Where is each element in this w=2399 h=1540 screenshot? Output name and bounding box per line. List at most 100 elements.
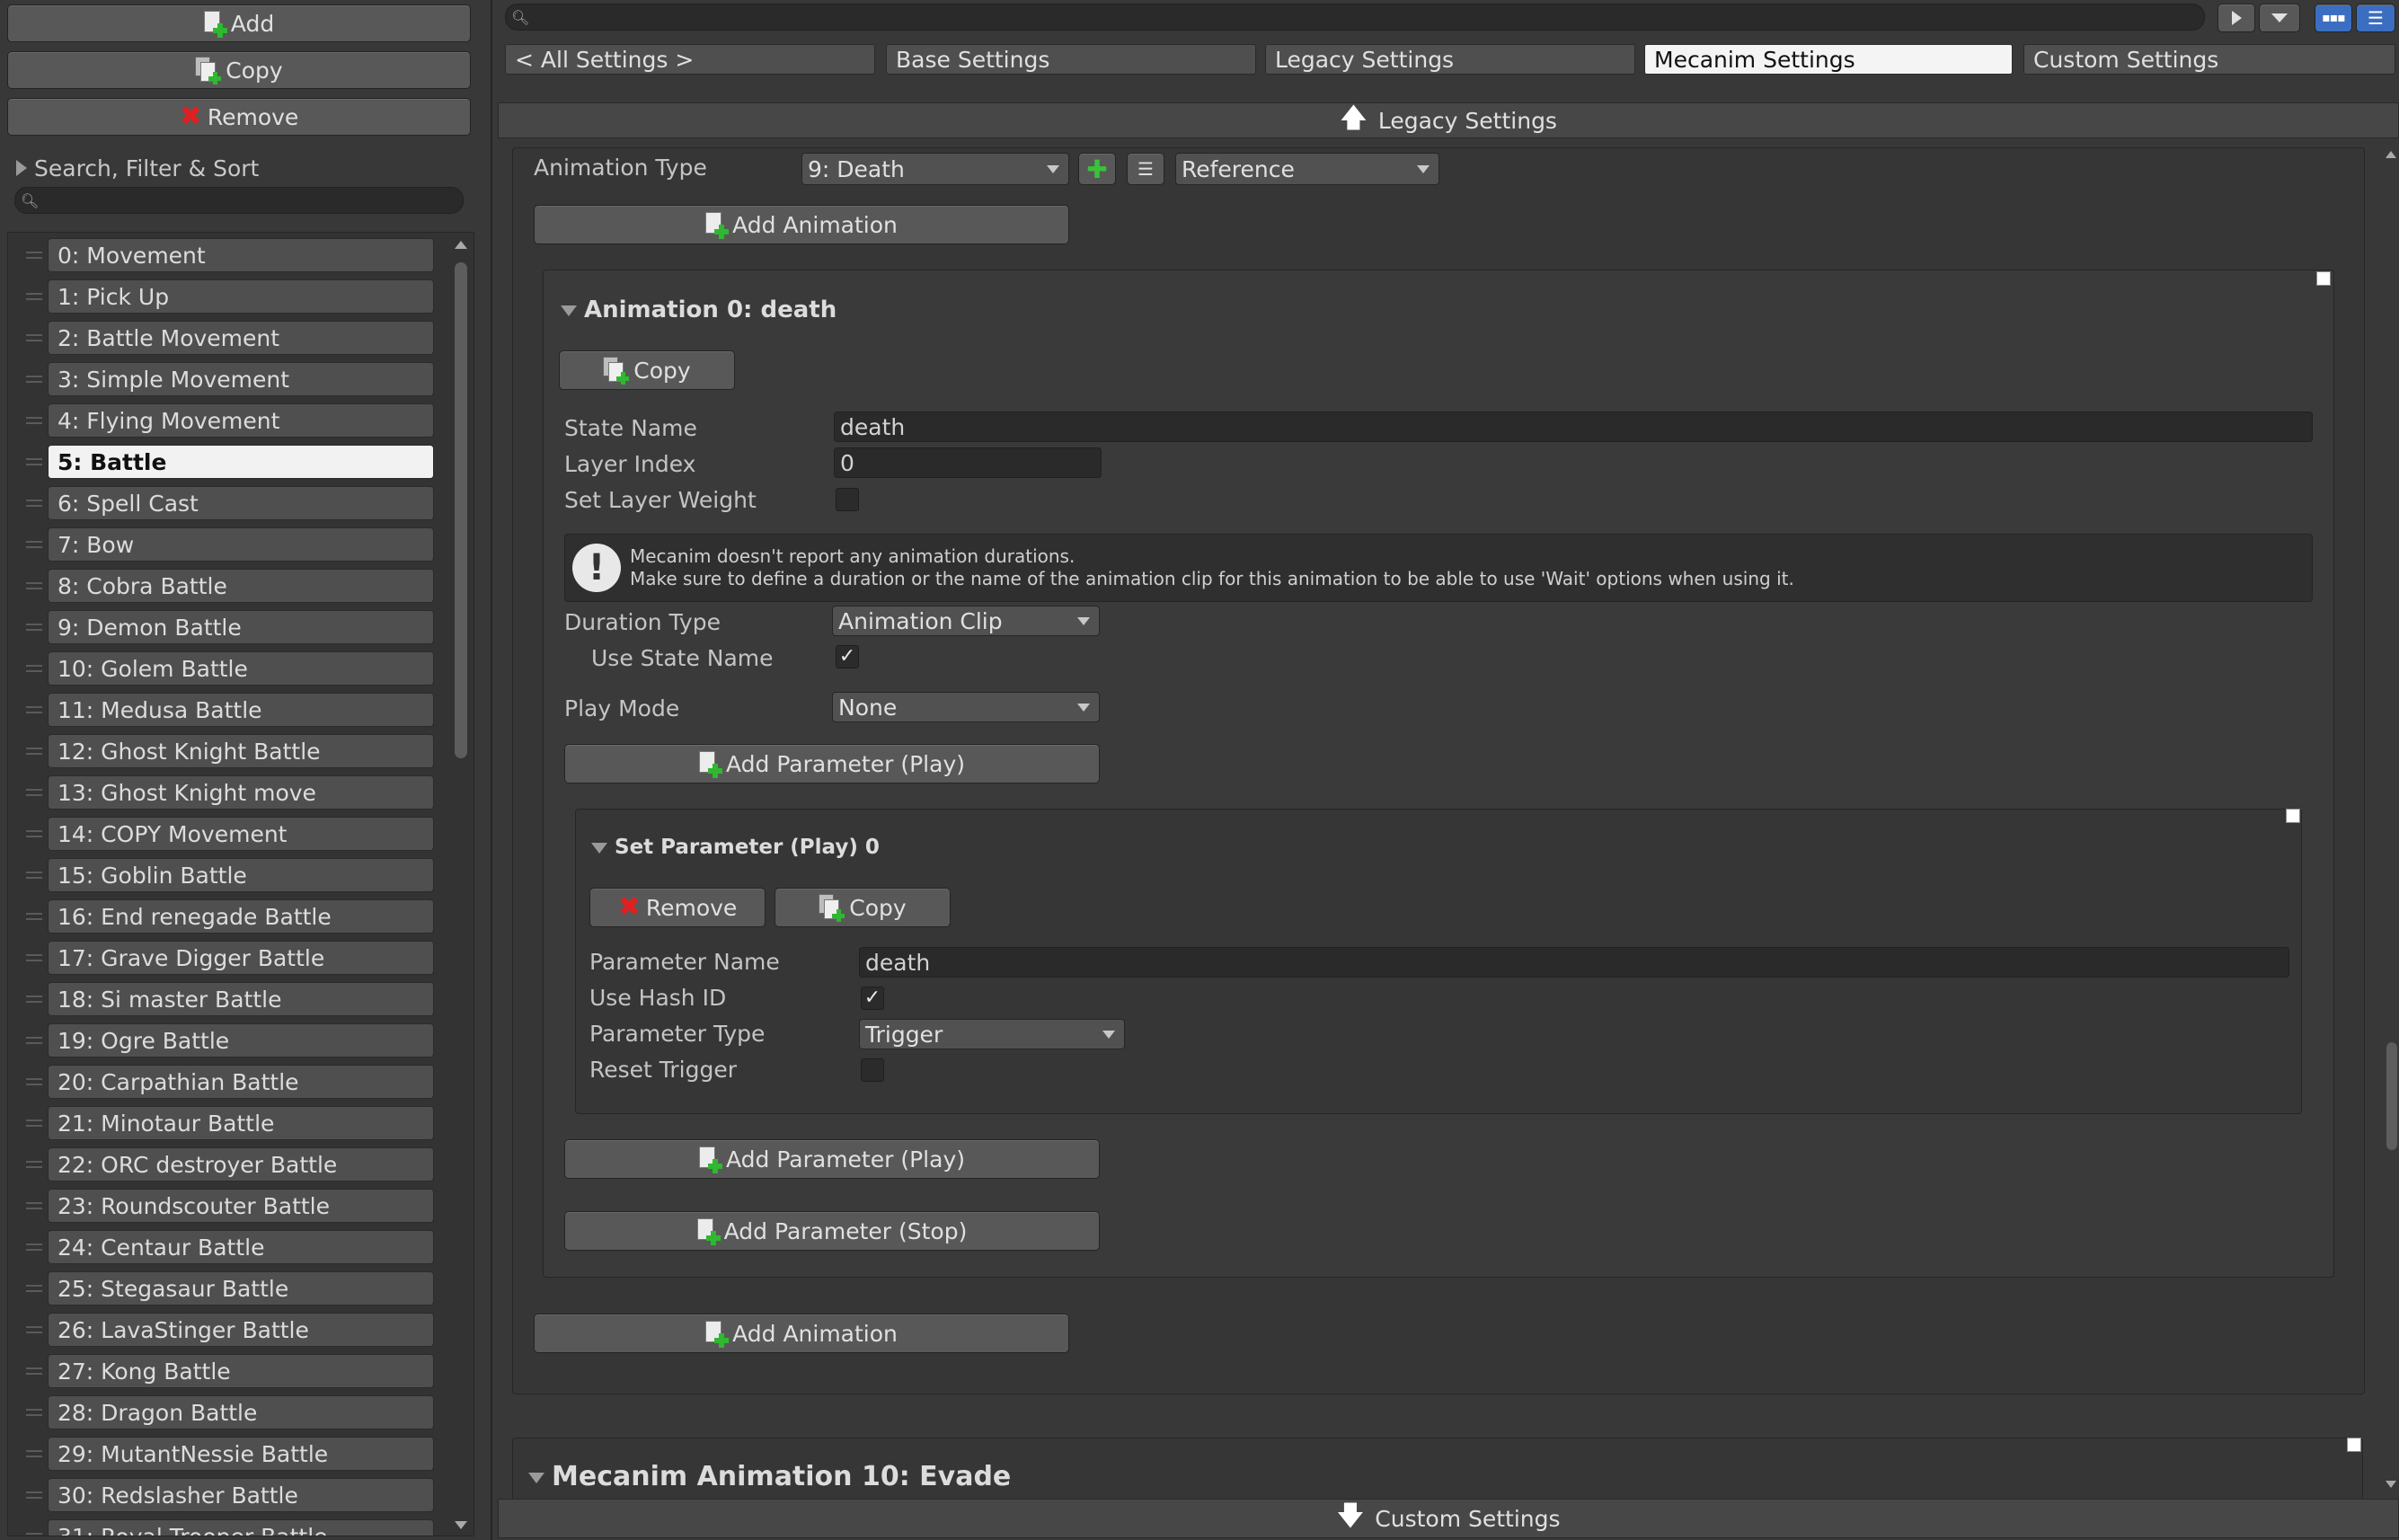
drag-handle-icon[interactable] — [26, 1244, 42, 1251]
left-search-input[interactable]: 🔍︎ — [14, 187, 464, 214]
list-item[interactable]: 30: Redslasher Battle — [48, 1478, 434, 1512]
list-item[interactable]: 9: Demon Battle — [48, 610, 434, 644]
drag-handle-icon[interactable] — [26, 458, 42, 465]
legacy-settings-header[interactable]: 🡅 Legacy Settings — [498, 102, 2399, 138]
layer-index-field[interactable]: 0 — [834, 447, 1102, 478]
list-item[interactable]: 25: Stegasaur Battle — [48, 1271, 434, 1305]
list-item[interactable]: 4: Flying Movement — [48, 403, 434, 438]
mecanim-animation-10-resize-handle[interactable] — [2347, 1438, 2361, 1452]
list-item[interactable]: 13: Ghost Knight move — [48, 775, 434, 810]
tab-base-settings[interactable]: Base Settings — [886, 44, 1256, 75]
drag-handle-icon[interactable] — [26, 582, 42, 589]
animation-copy-button[interactable]: Copy — [559, 350, 735, 390]
list-item[interactable]: 24: Centaur Battle — [48, 1230, 434, 1264]
animation-type-dropdown[interactable]: 9: Death — [801, 153, 1069, 185]
scrollbar-thumb[interactable] — [2386, 1042, 2397, 1150]
scroll-down-icon[interactable] — [455, 1521, 467, 1529]
drag-handle-icon[interactable] — [26, 500, 42, 507]
drag-handle-icon[interactable] — [26, 665, 42, 672]
drag-handle-icon[interactable] — [26, 1409, 42, 1416]
drag-handle-icon[interactable] — [26, 1367, 42, 1375]
drag-handle-icon[interactable] — [26, 1161, 42, 1168]
list-item[interactable]: 27: Kong Battle — [48, 1354, 434, 1388]
list-item[interactable]: 22: ORC destroyer Battle — [48, 1147, 434, 1182]
scrollbar-thumb[interactable] — [455, 262, 467, 758]
drag-handle-icon[interactable] — [26, 252, 42, 259]
reset-trigger-checkbox[interactable] — [861, 1058, 884, 1082]
set-layer-weight-checkbox[interactable] — [836, 488, 859, 511]
drag-handle-icon[interactable] — [26, 706, 42, 713]
copy-button[interactable]: Copy — [7, 51, 471, 89]
list-item[interactable]: 31: Royal Trooper Battle — [48, 1519, 434, 1536]
tab-legacy-settings[interactable]: Legacy Settings — [1265, 44, 1635, 75]
parameter-remove-button[interactable]: ✖ Remove — [589, 888, 766, 927]
list-item[interactable]: 8: Cobra Battle — [48, 569, 434, 603]
state-name-field[interactable]: death — [834, 412, 2313, 442]
drag-handle-icon[interactable] — [26, 1120, 42, 1127]
drag-handle-icon[interactable] — [26, 541, 42, 548]
scroll-down-icon[interactable] — [2386, 1481, 2396, 1488]
list-item[interactable]: 3: Simple Movement — [48, 362, 434, 396]
drag-handle-icon[interactable] — [26, 1450, 42, 1457]
list-item[interactable]: 29: MutantNessie Battle — [48, 1437, 434, 1471]
type-list-button[interactable]: ☰ — [1127, 153, 1164, 185]
list-view-button[interactable]: ☰ — [2356, 4, 2395, 32]
duration-type-dropdown[interactable]: Animation Clip — [832, 606, 1100, 636]
list-item[interactable]: 18: Si master Battle — [48, 982, 434, 1016]
add-type-button[interactable]: ✚ — [1078, 153, 1116, 185]
grid-view-button[interactable]: ▪▪▪ — [2315, 4, 2352, 32]
main-scrollbar[interactable] — [2383, 144, 2399, 1491]
play-button[interactable] — [2218, 4, 2255, 32]
drag-handle-icon[interactable] — [26, 417, 42, 424]
drag-handle-icon[interactable] — [26, 954, 42, 961]
drag-handle-icon[interactable] — [26, 293, 42, 300]
animation-0-resize-handle[interactable] — [2316, 271, 2331, 286]
list-item[interactable]: 10: Golem Battle — [48, 651, 434, 686]
tab-mecanim-settings[interactable]: Mecanim Settings — [1644, 44, 2013, 75]
drag-handle-icon[interactable] — [26, 996, 42, 1003]
drag-handle-icon[interactable] — [26, 913, 42, 920]
add-parameter-play-button-1[interactable]: Add Parameter (Play) — [564, 744, 1100, 783]
use-hash-id-checkbox[interactable]: ✓ — [861, 987, 884, 1010]
top-search-input[interactable]: 🔍︎ — [505, 4, 2205, 31]
dropdown-menu-button[interactable] — [2259, 4, 2300, 32]
parameter-copy-button[interactable]: Copy — [775, 888, 951, 927]
remove-button[interactable]: ✖ Remove — [7, 98, 471, 136]
list-item[interactable]: 14: COPY Movement — [48, 817, 434, 851]
parameter-type-dropdown[interactable]: Trigger — [859, 1019, 1125, 1049]
scroll-up-icon[interactable] — [2386, 151, 2396, 158]
reference-dropdown[interactable]: Reference — [1175, 153, 1439, 185]
list-item[interactable]: 11: Medusa Battle — [48, 693, 434, 727]
add-parameter-stop-button[interactable]: Add Parameter (Stop) — [564, 1211, 1100, 1251]
list-item[interactable]: 6: Spell Cast — [48, 486, 434, 520]
add-button[interactable]: Add — [7, 4, 471, 42]
list-item[interactable]: 2: Battle Movement — [48, 321, 434, 355]
list-item[interactable]: 7: Bow — [48, 527, 434, 562]
drag-handle-icon[interactable] — [26, 872, 42, 879]
drag-handle-icon[interactable] — [26, 376, 42, 383]
drag-handle-icon[interactable] — [26, 1037, 42, 1044]
list-item[interactable]: 23: Roundscouter Battle — [48, 1189, 434, 1223]
search-filter-foldout[interactable]: Search, Filter & Sort — [16, 153, 259, 183]
list-item[interactable]: 17: Grave Digger Battle — [48, 941, 434, 975]
list-item[interactable]: 0: Movement — [48, 238, 434, 272]
list-item[interactable]: 5: Battle — [48, 445, 434, 479]
list-item[interactable]: 12: Ghost Knight Battle — [48, 734, 434, 768]
drag-handle-icon[interactable] — [26, 830, 42, 837]
drag-handle-icon[interactable] — [26, 624, 42, 631]
list-item[interactable]: 20: Carpathian Battle — [48, 1065, 434, 1099]
add-animation-button-bottom[interactable]: Add Animation — [534, 1314, 1069, 1353]
add-animation-button-top[interactable]: Add Animation — [534, 205, 1069, 244]
list-item[interactable]: 28: Dragon Battle — [48, 1395, 434, 1429]
drag-handle-icon[interactable] — [26, 334, 42, 341]
list-scrollbar[interactable] — [453, 235, 469, 1535]
drag-handle-icon[interactable] — [26, 1491, 42, 1499]
list-item[interactable]: 1: Pick Up — [48, 279, 434, 314]
list-item[interactable]: 26: LavaStinger Battle — [48, 1313, 434, 1347]
drag-handle-icon[interactable] — [26, 1326, 42, 1333]
set-parameter-resize-handle[interactable] — [2286, 809, 2300, 823]
add-parameter-play-button-2[interactable]: Add Parameter (Play) — [564, 1139, 1100, 1179]
drag-handle-icon[interactable] — [26, 1202, 42, 1209]
scroll-up-icon[interactable] — [455, 241, 467, 249]
use-state-name-checkbox[interactable]: ✓ — [836, 645, 859, 668]
